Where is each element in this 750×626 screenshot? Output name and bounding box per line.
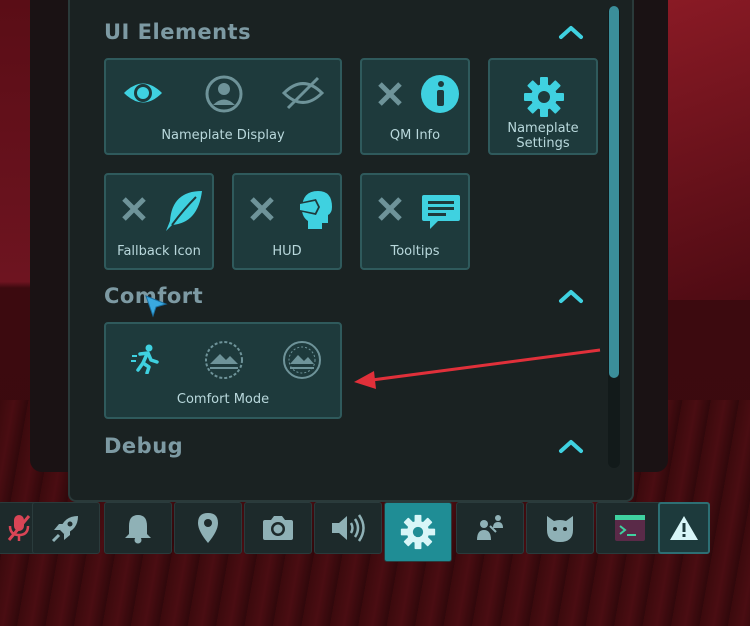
running-person-icon[interactable] <box>130 344 160 374</box>
close-icon <box>378 197 402 221</box>
mic-muted-icon <box>7 515 31 541</box>
nameplate-settings-label-line1: Nameplate <box>507 121 579 136</box>
eye-icon[interactable] <box>122 76 164 110</box>
fallback-icon-tile[interactable]: Fallback Icon <box>104 173 214 270</box>
eye-hidden-icon[interactable] <box>282 76 324 110</box>
toolbar-social-button[interactable] <box>456 502 524 554</box>
profile-icon[interactable] <box>204 74 244 114</box>
gear-icon <box>400 514 436 550</box>
terminal-icon <box>615 515 645 541</box>
comfort-mode-tile[interactable]: Comfort Mode <box>104 322 342 419</box>
nameplate-display-tile[interactable]: Nameplate Display <box>104 58 342 155</box>
landscape-vignette-icon[interactable] <box>204 340 244 380</box>
quick-menu-toolbar <box>0 502 712 562</box>
bell-icon <box>125 515 151 544</box>
qm-info-tile[interactable]: QM Info <box>360 58 470 155</box>
scrollbar-thumb[interactable] <box>609 6 619 378</box>
pointer-cursor-icon <box>145 295 168 318</box>
hud-label: HUD <box>272 244 302 259</box>
close-icon <box>250 197 274 221</box>
gear-icon <box>524 77 564 117</box>
vr-head-icon <box>298 191 332 229</box>
hud-tile[interactable]: HUD <box>232 173 342 270</box>
close-icon <box>122 197 146 221</box>
toolbar-launch-button[interactable] <box>32 502 100 554</box>
cat-avatar-icon <box>547 516 573 542</box>
camera-icon <box>263 516 293 540</box>
toolbar-avatar-button[interactable] <box>526 502 594 554</box>
info-icon <box>421 75 459 113</box>
toolbar-camera-button[interactable] <box>244 502 312 554</box>
toolbar-debug-console-button[interactable] <box>596 502 664 554</box>
speaker-icon <box>332 514 365 542</box>
nameplate-settings-label-line2: Settings <box>516 136 570 151</box>
comfort-mode-label: Comfort Mode <box>176 392 270 407</box>
nameplate-display-label: Nameplate Display <box>161 128 285 143</box>
tooltips-tile[interactable]: Tooltips <box>360 173 470 270</box>
landscape-vignette-strong-icon[interactable] <box>282 340 322 380</box>
scrollbar-track[interactable] <box>608 6 620 468</box>
close-icon <box>378 82 402 106</box>
section-title-ui-elements: UI Elements <box>104 20 252 44</box>
speech-bubble-icon <box>422 195 460 229</box>
rocket-icon <box>51 516 78 543</box>
settings-scroll-area[interactable]: UI Elements Nameplate Display QM Info Na… <box>70 0 610 470</box>
toolbar-settings-button[interactable] <box>384 502 452 562</box>
chevron-up-icon[interactable] <box>558 438 584 454</box>
feather-icon <box>166 191 202 231</box>
toolbar-audio-button[interactable] <box>314 502 382 554</box>
toolbar-warning-button[interactable] <box>658 502 710 554</box>
warning-icon <box>670 516 698 540</box>
background-wall <box>660 0 750 300</box>
tooltips-label: Tooltips <box>390 244 440 259</box>
chevron-up-icon[interactable] <box>558 288 584 304</box>
toolbar-notifications-button[interactable] <box>104 502 172 554</box>
fallback-icon-label: Fallback Icon <box>117 244 201 259</box>
nameplate-settings-tile[interactable]: Nameplate Settings <box>488 58 598 155</box>
toolbar-worlds-button[interactable] <box>174 502 242 554</box>
chevron-up-icon[interactable] <box>558 24 584 40</box>
social-icon <box>477 515 503 540</box>
settings-panel: UI Elements Nameplate Display QM Info Na… <box>68 0 634 502</box>
location-pin-icon <box>198 513 218 543</box>
qm-info-label: QM Info <box>389 128 441 143</box>
section-title-debug: Debug <box>104 434 184 458</box>
